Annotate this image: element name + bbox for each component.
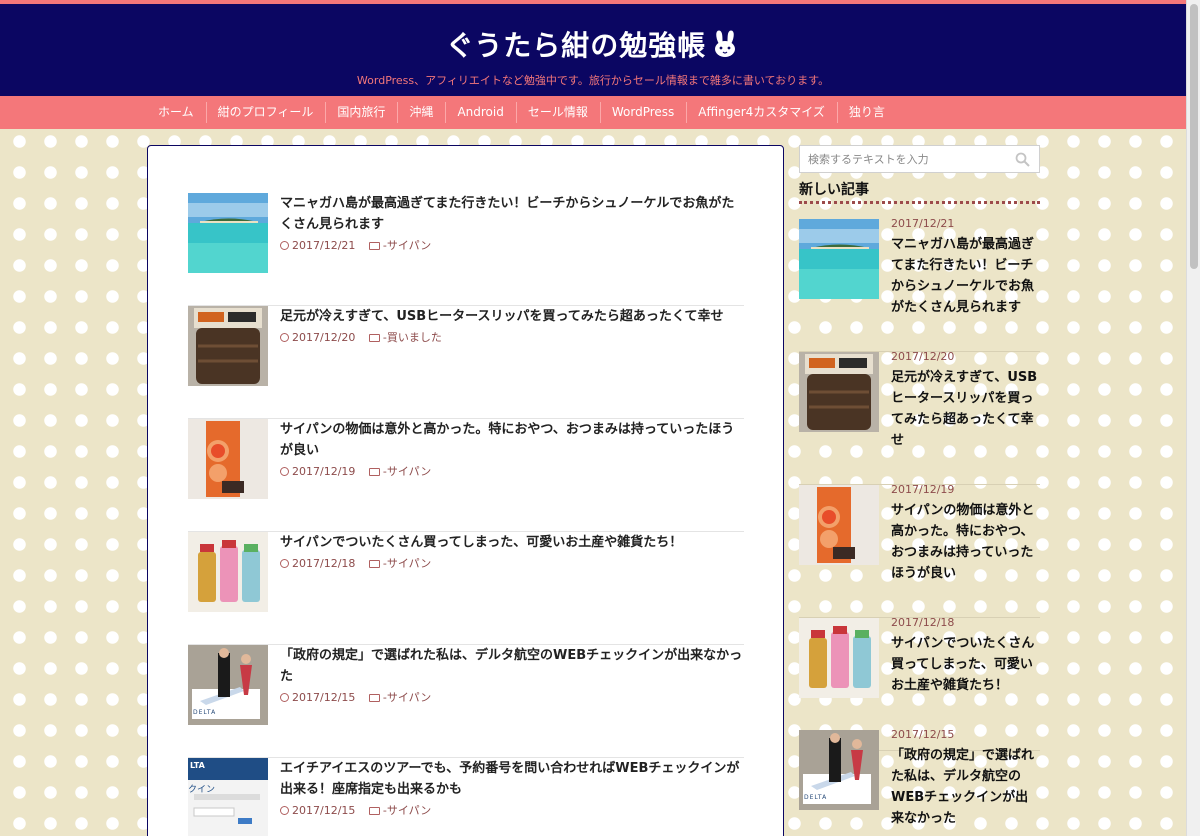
recent-thumbnail-souvenirs[interactable] [799,618,879,698]
post-thumbnail-web-checkin[interactable]: LTA クイン [188,758,268,836]
clock-icon [280,467,289,476]
post-date: 2017/12/19 [292,465,356,478]
recent-post-date: 2017/12/19 [891,483,955,496]
clock-icon [280,333,289,342]
delta-logo-text: LTA [190,761,205,770]
post-item[interactable]: LTA クイン エイチアイエスのツアーでも、予約番号を問い合わせればWEBチェッ… [188,758,744,836]
post-category[interactable]: -買いました [383,331,442,344]
nav-item-wordpress[interactable]: WordPress [599,96,686,129]
scrollbar[interactable] [1186,0,1200,836]
rabbit-icon [710,29,740,66]
recent-post-title[interactable]: 足元が冷えすぎて、USBヒータースリッパを買ってみたら超あったくて幸せ [891,367,1040,451]
folder-icon [368,242,380,250]
checkin-label: クイン [188,785,216,795]
nav-item-domestic-travel[interactable]: 国内旅行 [325,96,397,129]
nav-item-affinger[interactable]: Affinger4カスタマイズ [686,96,837,129]
post-title[interactable]: サイパンでついたくさん買ってしまった、可愛いお土産や雑貨たち！ [280,532,744,553]
search-input[interactable] [800,146,1010,172]
site-title[interactable]: ぐうたら紺の勉強帳 [0,24,1186,66]
clock-icon [280,806,289,815]
recent-post-title[interactable]: マニャガハ島が最高過ぎてまた行きたい！ビーチからシュノーケルでお魚がたくさん見ら… [891,234,1040,318]
recent-post-item[interactable]: 2017/12/20 足元が冷えすぎて、USBヒータースリッパを買ってみたら超あ… [799,350,1040,485]
search-box [799,145,1040,173]
post-title[interactable]: マニャガハ島が最高過ぎてまた行きたい！ビーチからシュノーケルでお魚がたくさん見ら… [280,193,744,235]
recent-post-date: 2017/12/15 [891,728,955,741]
post-thumbnail-souvenirs[interactable] [188,532,268,612]
main-nav: ホーム 紺のプロフィール 国内旅行 沖縄 Android セール情報 WordP… [0,96,1186,129]
post-meta: 2017/12/20 -買いました [280,329,452,345]
recent-post-date: 2017/12/18 [891,616,955,629]
post-title[interactable]: 「政府の規定」で選ばれた私は、デルタ航空のWEBチェックインが出来なかった [280,645,744,687]
recent-thumbnail-delta[interactable]: DELTA [799,730,879,810]
folder-icon [368,334,380,342]
post-item[interactable]: DELTA 「政府の規定」で選ばれた私は、デルタ航空のWEBチェックインが出来な… [188,645,744,758]
post-date: 2017/12/15 [292,804,356,817]
post-meta: 2017/12/18 -サイパン [280,555,441,571]
folder-icon [368,560,380,568]
recent-thumbnail-snack[interactable] [799,485,879,565]
post-title[interactable]: サイパンの物価は意外と高かった。特におやつ、おつまみは持っていったほうが良い [280,419,744,461]
post-thumbnail-slippers[interactable] [188,306,268,386]
recent-post-item[interactable]: 2017/12/21 マニャガハ島が最高過ぎてまた行きたい！ビーチからシュノーケ… [799,217,1040,352]
folder-icon [368,694,380,702]
post-thumbnail-delta[interactable]: DELTA [188,645,268,725]
post-list: マニャガハ島が最高過ぎてまた行きたい！ビーチからシュノーケルでお魚がたくさん見ら… [147,145,784,836]
recent-post-title[interactable]: 「政府の規定」で選ばれた私は、デルタ航空のWEBチェックインが出来なかった [891,745,1040,829]
site-description: WordPress、アフィリエイトなど勉強中です。旅行からセール情報まで雑多に書… [356,74,830,87]
scrollbar-thumb[interactable] [1190,4,1198,269]
site-header: ぐうたら紺の勉強帳 WordPress、アフィリエイトなど勉強中です。旅行からセ… [0,4,1186,96]
clock-icon [280,559,289,568]
post-thumbnail-island[interactable] [188,193,268,273]
recent-thumbnail-slippers[interactable] [799,352,879,432]
post-category[interactable]: -サイパン [383,465,431,478]
search-icon[interactable] [1015,152,1030,167]
delta-logo-text: DELTA [804,794,828,801]
post-category[interactable]: -サイパン [383,239,431,252]
clock-icon [280,693,289,702]
recent-post-title[interactable]: サイパンの物価は意外と高かった。特におやつ、おつまみは持っていったほうが良い [891,500,1040,584]
post-item[interactable]: サイパンでついたくさん買ってしまった、可愛いお土産や雑貨たち！ 2017/12/… [188,532,744,645]
recent-post-item[interactable]: DELTA 2017/12/15 「政府の規定」で選ばれた私は、デルタ航空のWE… [799,728,1040,836]
recent-post-date: 2017/12/20 [891,350,955,363]
site-title-text[interactable]: ぐうたら紺の勉強帳 [446,29,706,62]
nav-item-sale[interactable]: セール情報 [515,96,600,129]
clock-icon [280,241,289,250]
post-item[interactable]: 足元が冷えすぎて、USBヒータースリッパを買ってみたら超あったくて幸せ 2017… [188,306,744,419]
post-meta: 2017/12/19 -サイパン [280,463,441,479]
post-category[interactable]: -サイパン [383,557,431,570]
post-meta: 2017/12/15 -サイパン [280,689,441,705]
recent-posts-heading: 新しい記事 [799,182,869,198]
post-category[interactable]: -サイパン [383,691,431,704]
nav-item-profile[interactable]: 紺のプロフィール [205,96,326,129]
post-meta: 2017/12/15 -サイパン [280,802,441,818]
post-thumbnail-snack[interactable] [188,419,268,499]
post-date: 2017/12/20 [292,331,356,344]
heading-divider [799,201,1040,204]
sidebar: 新しい記事 2017/12/21 マニャガハ島が最高過ぎてまた行きたい！ビーチか… [799,145,1040,836]
post-item[interactable]: サイパンの物価は意外と高かった。特におやつ、おつまみは持っていったほうが良い 2… [188,419,744,532]
nav-item-okinawa[interactable]: 沖縄 [397,96,445,129]
post-meta: 2017/12/21 -サイパン [280,237,441,253]
recent-thumbnail-island[interactable] [799,219,879,299]
post-title[interactable]: エイチアイエスのツアーでも、予約番号を問い合わせればWEBチェックインが出来る！… [280,758,744,800]
nav-item-monologue[interactable]: 独り言 [836,96,897,129]
nav-item-android[interactable]: Android [445,96,515,129]
post-title[interactable]: 足元が冷えすぎて、USBヒータースリッパを買ってみたら超あったくて幸せ [280,306,744,327]
recent-post-date: 2017/12/21 [891,217,955,230]
post-date: 2017/12/18 [292,557,356,570]
recent-post-item[interactable]: 2017/12/19 サイパンの物価は意外と高かった。特におやつ、おつまみは持っ… [799,483,1040,618]
folder-icon [368,807,380,815]
folder-icon [368,468,380,476]
post-item[interactable]: マニャガハ島が最高過ぎてまた行きたい！ビーチからシュノーケルでお魚がたくさん見ら… [188,193,744,306]
delta-logo-text: DELTA [193,709,217,716]
recent-post-title[interactable]: サイパンでついたくさん買ってしまった、可愛いお土産や雑貨たち！ [891,633,1040,696]
nav-item-home[interactable]: ホーム [146,96,206,129]
post-date: 2017/12/15 [292,691,356,704]
post-date: 2017/12/21 [292,239,356,252]
post-category[interactable]: -サイパン [383,804,431,817]
